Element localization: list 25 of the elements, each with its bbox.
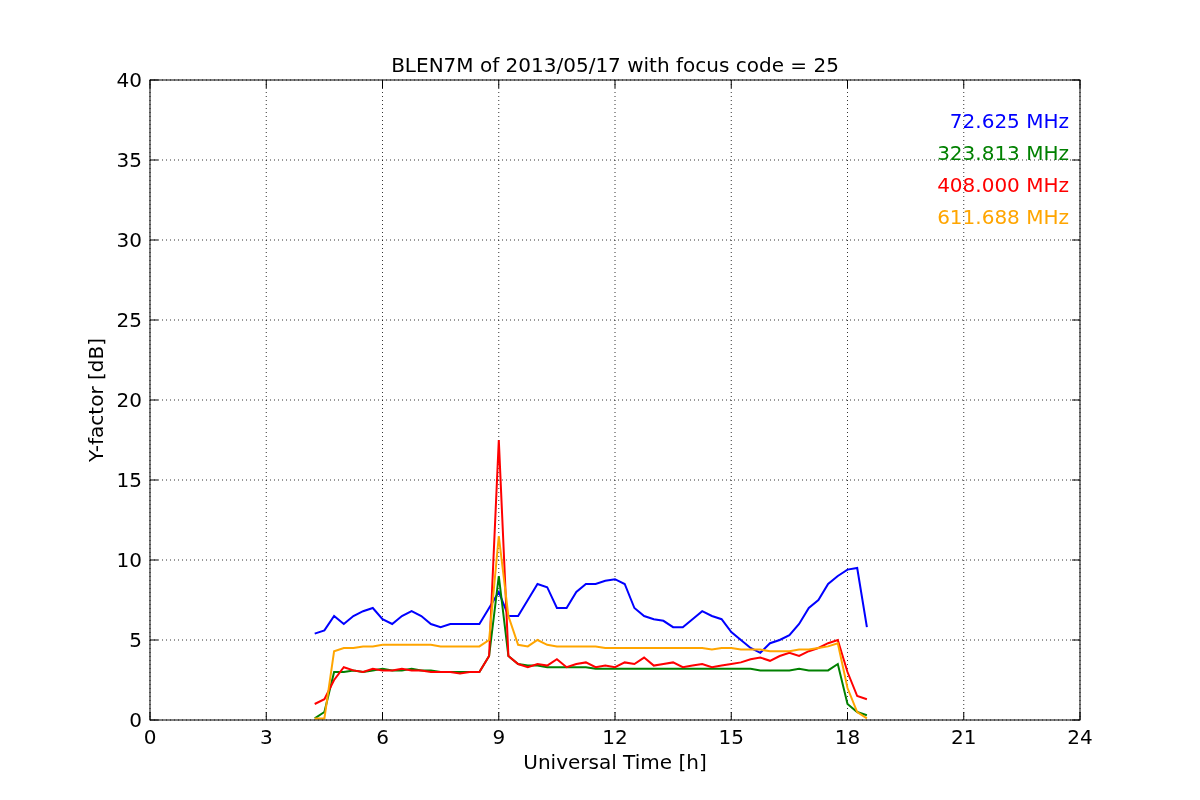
x-tick-label: 12: [602, 725, 628, 749]
y-tick-label: 0: [129, 708, 142, 732]
x-tick-label: 15: [718, 725, 744, 749]
x-tick-label: 21: [951, 725, 977, 749]
y-tick-label: 30: [116, 228, 142, 252]
y-tick-label: 20: [116, 388, 142, 412]
y-tick-label: 5: [129, 628, 142, 652]
legend-label: 323.813 MHz: [937, 141, 1069, 165]
y-tick-label: 25: [116, 308, 142, 332]
y-tick-label: 35: [116, 148, 142, 172]
x-tick-label: 24: [1067, 725, 1093, 749]
x-axis-label: Universal Time [h]: [523, 750, 707, 774]
x-tick-label: 18: [834, 725, 861, 749]
x-tick-label: 6: [376, 725, 389, 749]
y-tick-label: 40: [116, 68, 142, 92]
y-tick-label: 10: [116, 548, 142, 572]
legend-label: 408.000 MHz: [937, 173, 1069, 197]
x-tick-label: 3: [259, 725, 273, 749]
y-tick-label: 15: [116, 468, 142, 492]
chart-title: BLEN7M of 2013/05/17 with focus code = 25: [391, 53, 839, 77]
legend-label: 72.625 MHz: [949, 109, 1069, 133]
x-tick-label: 9: [492, 725, 506, 749]
x-tick-label: 0: [143, 725, 157, 749]
legend-label: 611.688 MHz: [937, 205, 1069, 229]
y-axis-label: Y-factor [dB]: [84, 338, 108, 462]
